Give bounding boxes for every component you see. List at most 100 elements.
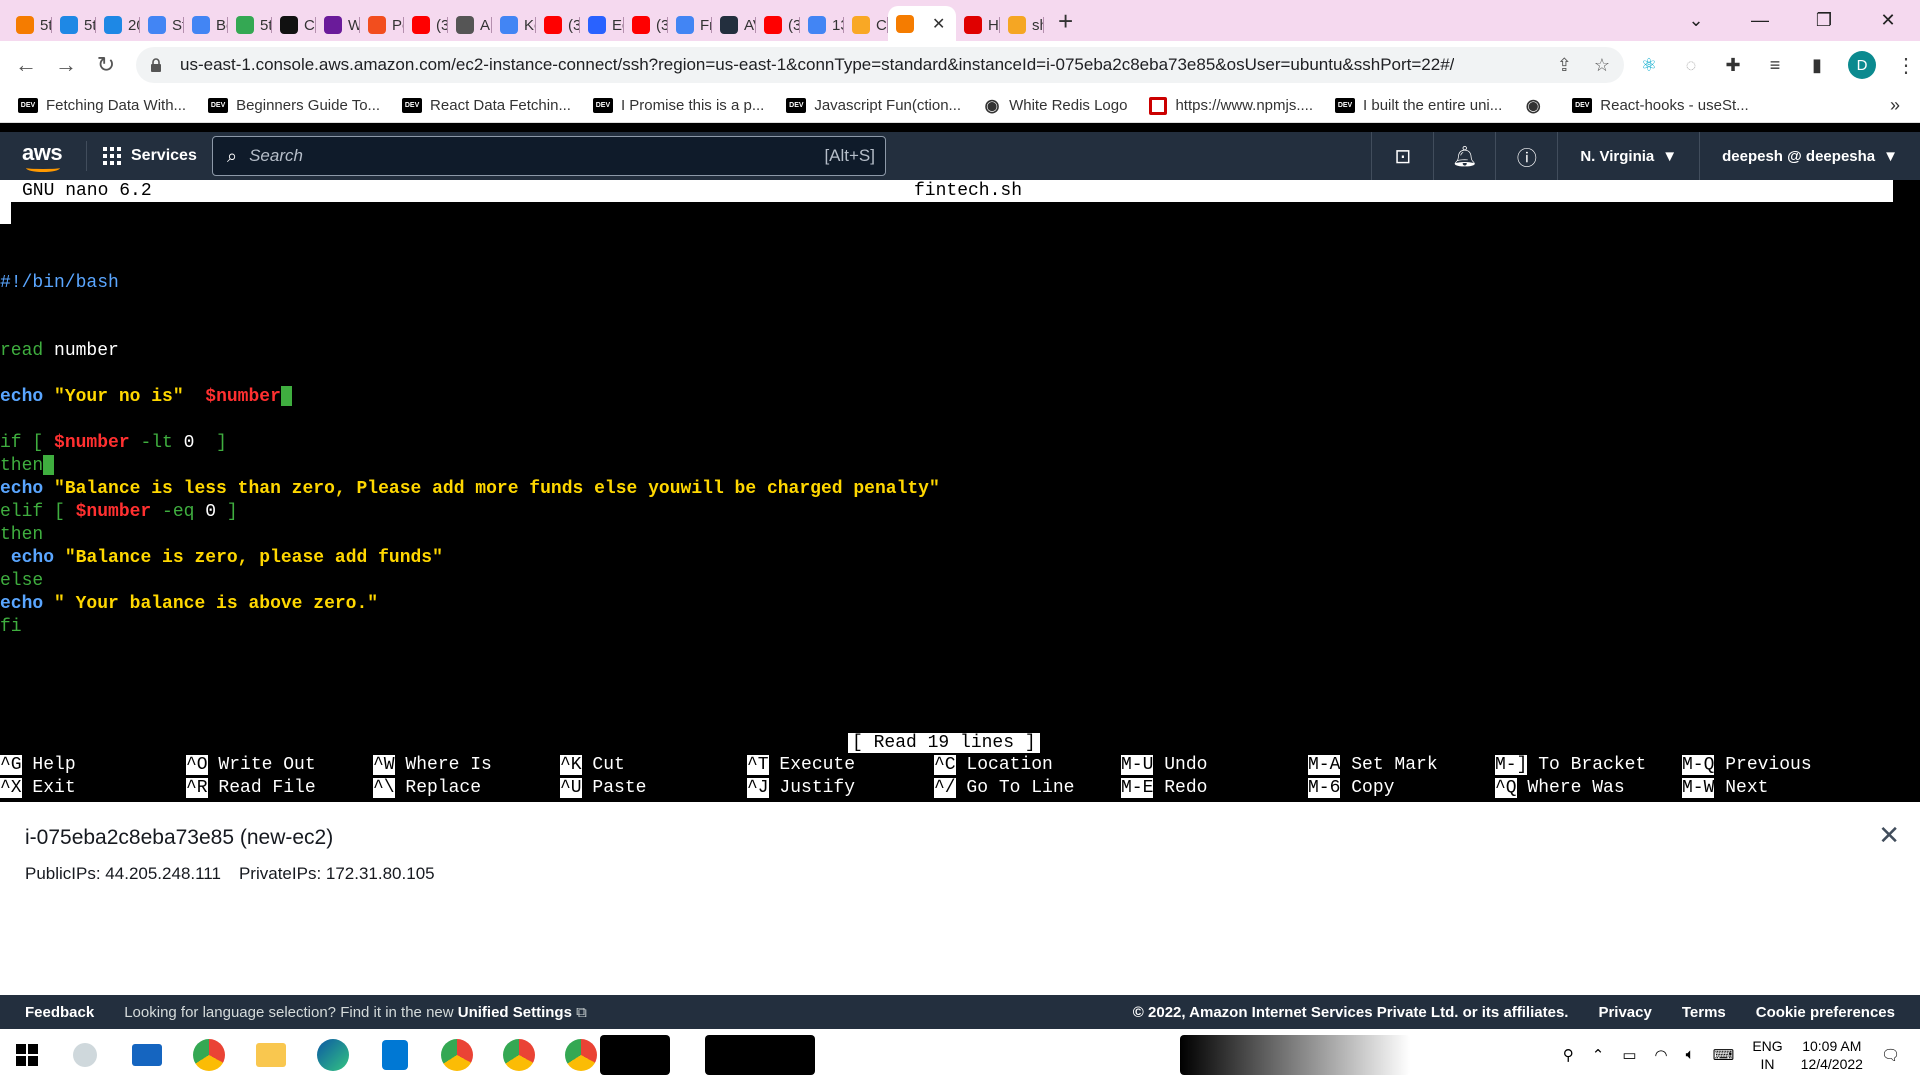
code-line[interactable]: else [0,570,43,592]
browser-tab[interactable]: 5th [8,9,52,41]
feedback-link[interactable]: Feedback [25,1004,94,1021]
unified-settings-link[interactable]: Unified Settings [458,1004,572,1021]
code-line[interactable]: echo "Balance is zero, please add funds" [0,547,443,569]
ssh-terminal[interactable]: GNU nano 6.2 fintech.sh #!/bin/bash read… [0,180,1920,802]
tab-search-icon[interactable]: ⌄ [1664,0,1728,41]
keyboard-icon[interactable]: ⌨ [1713,1046,1735,1064]
chrome-menu-icon[interactable]: ⋮ [1896,53,1916,78]
bookmark-item[interactable]: DEV Fetching Data With... [18,97,186,114]
browser-tab[interactable]: Fre [668,9,712,41]
taskbar-file-explorer-icon[interactable] [240,1029,302,1080]
account-menu[interactable]: deepesh @ deepesha ▼ [1699,132,1920,180]
close-panel-icon[interactable]: ✕ [1878,820,1900,851]
aws-search-input[interactable]: ⌕ Search [Alt+S] [212,136,886,176]
bookmark-star-icon[interactable]: ☆ [1594,55,1610,76]
bookmark-item[interactable]: DEV React-hooks - useSt... [1572,97,1749,114]
taskbar-edge-icon[interactable] [302,1029,364,1080]
browser-tab-active[interactable]: ✕ [888,6,956,41]
browser-tab[interactable]: Po [360,9,404,41]
bookmark-item[interactable]: ◉ White Redis Logo [983,96,1127,115]
browser-tab[interactable]: Ho [956,9,1000,41]
browser-tab[interactable]: An [448,9,492,41]
notifications-bell-icon[interactable]: 🔔︎ [1433,132,1495,180]
browser-tab[interactable]: 20 [96,9,140,41]
close-window-button[interactable]: ✕ [1856,0,1920,41]
new-tab-button[interactable]: + [1058,6,1073,37]
share-icon[interactable]: ⇪ [1557,55,1572,76]
bookmark-item[interactable]: DEV I Promise this is a p... [592,97,764,114]
puzzle-extensions-icon[interactable]: ✚ [1722,54,1744,76]
react-devtools-icon[interactable]: ⚛ [1638,54,1660,76]
code-line[interactable]: read number [0,340,119,362]
browser-tab[interactable]: 5th [52,9,96,41]
url-text[interactable]: us-east-1.console.aws.amazon.com/ec2-ins… [180,55,1454,75]
start-button[interactable] [0,1029,54,1080]
lock-icon[interactable] [150,58,162,72]
bookmark-item[interactable]: DEV Javascript Fun(ction... [786,97,961,114]
taskbar-chrome-icon[interactable] [178,1029,240,1080]
code-line[interactable]: echo "Balance is less than zero, Please … [0,478,940,500]
browser-tab[interactable]: AV [712,9,756,41]
bookmark-item[interactable]: DEV Beginners Guide To... [208,97,380,114]
notification-center-icon[interactable]: 🗨︎ [1881,1046,1900,1064]
taskbar-chrome-profile-icon[interactable] [488,1029,550,1080]
code-line[interactable]: then [0,524,43,546]
help-icon[interactable]: ⓘ [1495,132,1557,180]
code-line[interactable]: if [ $number -lt 0 ] [0,432,227,454]
profile-avatar[interactable]: D [1848,51,1876,79]
browser-tab[interactable]: Cl [272,9,316,41]
browser-tab[interactable]: Be [184,9,228,41]
side-panel-icon[interactable]: ▮ [1806,54,1828,76]
browser-tab[interactable]: sh [1000,9,1044,41]
taskbar-chrome-profile-icon[interactable] [426,1029,488,1080]
input-language[interactable]: ENG IN [1752,1037,1782,1073]
browser-tab[interactable]: Edi [580,9,624,41]
code-line[interactable]: #!/bin/bash [0,272,119,294]
code-line[interactable]: echo "Your no is" $number [0,386,292,408]
code-line[interactable]: elif [ $number -eq 0 ] [0,501,238,523]
taskbar-clock[interactable]: 10:09 AM 12/4/2022 [1801,1037,1863,1073]
bookmarks-overflow-button[interactable]: » [1890,95,1900,116]
browser-tab[interactable]: (3) [624,9,668,41]
bookmark-item[interactable]: DEV I built the entire uni... [1335,97,1502,114]
browser-tab[interactable]: 5th [228,9,272,41]
omnibox[interactable]: us-east-1.console.aws.amazon.com/ec2-ins… [136,47,1624,83]
browser-tab[interactable]: (3) [536,9,580,41]
services-menu-button[interactable]: Services [103,147,197,165]
reload-button[interactable]: ↻ [86,45,126,85]
extension-icon[interactable]: ◌ [1680,54,1702,76]
aws-logo[interactable]: aws [22,140,64,172]
bookmark-item[interactable]: ◉ [1524,96,1550,115]
privacy-link[interactable]: Privacy [1598,1004,1651,1021]
browser-tab[interactable]: Stc [140,9,184,41]
minimize-button[interactable]: — [1728,0,1792,41]
forward-button[interactable]: → [46,45,86,85]
battery-icon[interactable]: ▭ [1622,1046,1636,1064]
show-hidden-icons[interactable]: ⌃ [1592,1046,1605,1064]
cloudshell-icon[interactable]: ⊡ [1371,132,1433,180]
volume-icon[interactable]: 🔈︎ [1686,1046,1695,1063]
cookie-preferences-link[interactable]: Cookie preferences [1756,1004,1895,1021]
browser-tab[interactable]: 13 [800,9,844,41]
browser-tab[interactable]: (3) [404,9,448,41]
taskbar-search-icon[interactable] [54,1029,116,1080]
bookmark-item[interactable]: DEV React Data Fetchin... [402,97,571,114]
terms-link[interactable]: Terms [1682,1004,1726,1021]
code-line[interactable]: then [0,455,55,477]
media-queue-icon[interactable]: ≡ [1764,54,1786,76]
browser-tab[interactable]: Ko [492,9,536,41]
browser-tab[interactable]: Co [844,9,888,41]
taskbar-mail-icon[interactable] [116,1029,178,1080]
browser-tab[interactable]: (3) [756,9,800,41]
bookmark-item[interactable]: https://www.npmjs.... [1149,96,1313,115]
browser-tab[interactable]: WI [316,9,360,41]
code-line[interactable]: echo " Your balance is above zero." [0,593,378,615]
close-tab-icon[interactable]: ✕ [932,14,945,34]
taskbar-vscode-icon[interactable] [364,1029,426,1080]
wifi-icon[interactable]: ◠ [1655,1046,1668,1064]
region-selector[interactable]: N. Virginia ▼ [1557,132,1699,180]
code-line[interactable]: fi [0,616,22,638]
restore-button[interactable]: ❐ [1792,0,1856,41]
back-button[interactable]: ← [6,45,46,85]
people-icon[interactable]: ⚲ [1563,1046,1574,1064]
